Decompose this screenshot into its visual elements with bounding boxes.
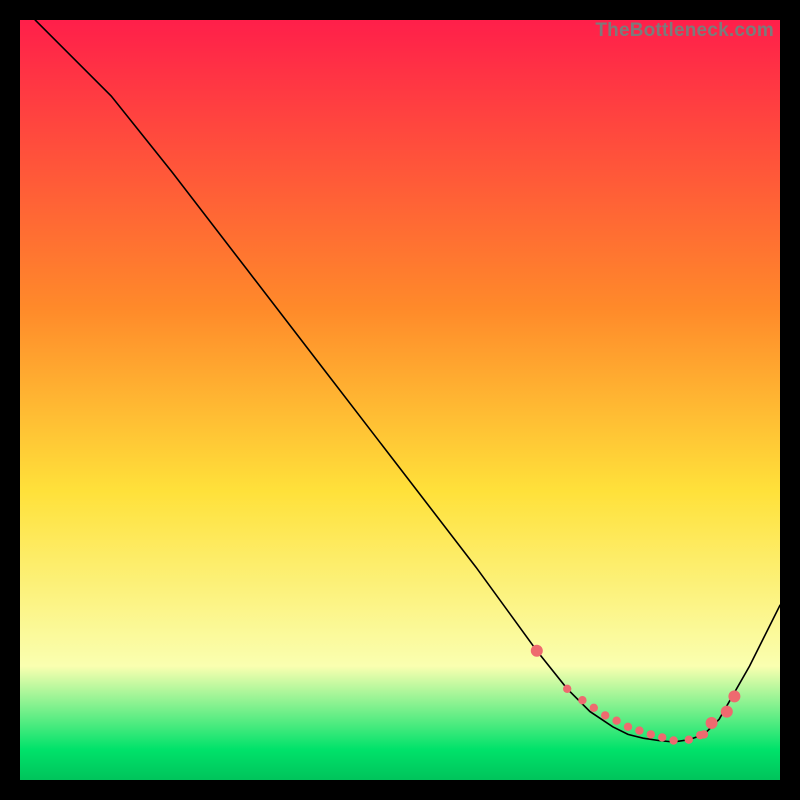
highlight-dot [647,730,655,738]
gradient-bg [20,20,780,780]
bottleneck-plot [20,20,780,780]
highlight-dot [624,723,632,731]
highlight-dot [635,726,643,734]
highlight-dot [721,706,733,718]
highlight-dot [590,704,598,712]
highlight-dot [601,711,609,719]
chart-frame: TheBottleneck.com [20,20,780,780]
highlight-dot [685,736,693,744]
highlight-dot [531,645,543,657]
highlight-dot [658,733,666,741]
highlight-dot [612,717,620,725]
highlight-dot [700,730,708,738]
highlight-dot [706,717,718,729]
highlight-dot [563,685,571,693]
highlight-dot [669,736,677,744]
watermark-label: TheBottleneck.com [595,20,774,42]
highlight-dot [728,690,740,702]
highlight-dot [578,696,586,704]
